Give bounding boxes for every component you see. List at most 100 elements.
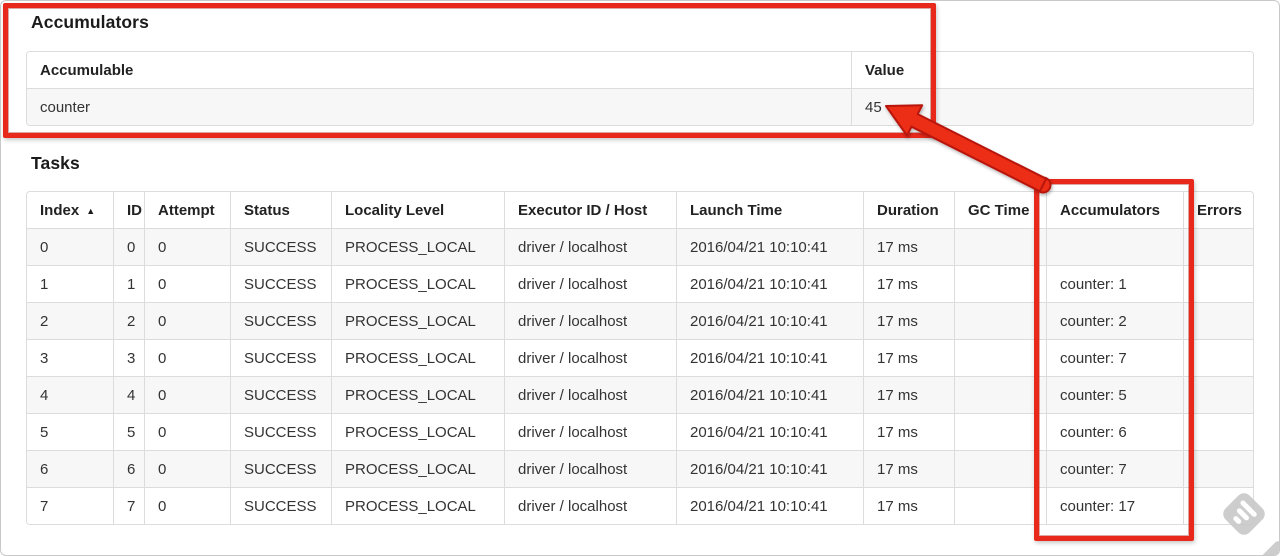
- task-row: 1 1 0 SUCCESS PROCESS_LOCAL driver / localhos…: [27, 265, 1253, 303]
- tasks-header-status[interactable]: Status: [230, 192, 332, 229]
- task-cell: driver / localhost: [504, 487, 677, 524]
- task-cell: 7: [113, 487, 145, 524]
- tasks-header-index[interactable]: Index ▲: [27, 192, 114, 229]
- tasks-table-body: 0 0 0 SUCCESS PROCESS_LOCAL driver / localhos…: [27, 228, 1253, 524]
- task-cell: SUCCESS: [230, 487, 332, 524]
- task-cell: [954, 228, 1047, 266]
- task-cell: [954, 376, 1047, 414]
- task-cell: 1: [113, 265, 145, 303]
- task-cell: [1183, 450, 1253, 488]
- task-cell: driver / localhost: [504, 265, 677, 303]
- task-cell: PROCESS_LOCAL: [331, 487, 505, 524]
- task-cell: 1: [27, 265, 114, 303]
- task-cell: 3: [113, 339, 145, 377]
- tasks-section-title: Tasks: [31, 153, 80, 173]
- task-cell: 17 ms: [863, 339, 955, 377]
- task-cell: 17 ms: [863, 302, 955, 340]
- task-cell: 4: [113, 376, 145, 414]
- task-cell: 2016/04/21 10:10:41: [676, 376, 864, 414]
- task-cell: [954, 302, 1047, 340]
- tasks-header-id[interactable]: ID: [113, 192, 145, 229]
- accumulator-cell: 45: [851, 88, 1253, 125]
- task-cell: 2: [113, 302, 145, 340]
- tasks-header-launch-time[interactable]: Launch Time: [676, 192, 864, 229]
- tasks-header-executor-id-host[interactable]: Executor ID / Host: [504, 192, 677, 229]
- tasks-header-gc-time[interactable]: GC Time: [954, 192, 1047, 229]
- task-cell: 5: [113, 413, 145, 451]
- task-cell: SUCCESS: [230, 339, 332, 377]
- task-cell: 6: [27, 450, 114, 488]
- tasks-table: Index ▲ ID Attempt Status Locality Level …: [26, 191, 1254, 525]
- task-cell: [954, 265, 1047, 303]
- task-cell: 0: [144, 228, 231, 266]
- task-cell: 0: [113, 228, 145, 266]
- task-cell: 0: [144, 450, 231, 488]
- task-cell: 2016/04/21 10:10:41: [676, 487, 864, 524]
- task-cell: [1183, 339, 1253, 377]
- skitch-watermark-icon: [1223, 493, 1265, 535]
- task-cell: PROCESS_LOCAL: [331, 450, 505, 488]
- task-cell: 17 ms: [863, 413, 955, 451]
- task-cell: [954, 339, 1047, 377]
- accumulators-table-body: counter 45: [27, 88, 1253, 125]
- task-cell: 2: [27, 302, 114, 340]
- task-cell: 17 ms: [863, 487, 955, 524]
- task-cell: counter: 2: [1046, 302, 1184, 340]
- task-cell: 17 ms: [863, 450, 955, 488]
- value-column-header: Value: [851, 52, 1253, 89]
- task-cell: SUCCESS: [230, 302, 332, 340]
- tasks-header-errors[interactable]: Errors: [1183, 192, 1253, 229]
- tasks-header-accumulators[interactable]: Accumulators: [1046, 192, 1184, 229]
- task-row: 6 6 0 SUCCESS PROCESS_LOCAL driver / localhos…: [27, 450, 1253, 488]
- task-cell: counter: 7: [1046, 450, 1184, 488]
- task-cell: [1183, 265, 1253, 303]
- task-cell: 2016/04/21 10:10:41: [676, 302, 864, 340]
- sort-ascending-icon: ▲: [86, 205, 96, 216]
- task-cell: 4: [27, 376, 114, 414]
- task-cell: PROCESS_LOCAL: [331, 228, 505, 266]
- task-cell: SUCCESS: [230, 450, 332, 488]
- task-row: 5 5 0 SUCCESS PROCESS_LOCAL driver / localhos…: [27, 413, 1253, 451]
- tasks-header-row: Index ▲ ID Attempt Status Locality Level …: [27, 192, 1253, 229]
- task-cell: [1183, 376, 1253, 414]
- task-cell: [954, 413, 1047, 451]
- task-cell: 2016/04/21 10:10:41: [676, 265, 864, 303]
- tasks-header-index-label: Index: [40, 201, 80, 219]
- tasks-header-attempt[interactable]: Attempt: [144, 192, 231, 229]
- task-cell: counter: 6: [1046, 413, 1184, 451]
- task-cell: [954, 450, 1047, 488]
- tasks-header-duration[interactable]: Duration: [863, 192, 955, 229]
- task-cell: [1046, 228, 1184, 266]
- task-cell: 2016/04/21 10:10:41: [676, 228, 864, 266]
- task-cell: 17 ms: [863, 376, 955, 414]
- task-cell: driver / localhost: [504, 228, 677, 266]
- task-cell: PROCESS_LOCAL: [331, 413, 505, 451]
- task-cell: 17 ms: [863, 228, 955, 266]
- task-row: 4 4 0 SUCCESS PROCESS_LOCAL driver / localhos…: [27, 376, 1253, 414]
- task-cell: 0: [144, 413, 231, 451]
- task-cell: [954, 487, 1047, 524]
- task-cell: 3: [27, 339, 114, 377]
- task-cell: [1183, 228, 1253, 266]
- task-cell: PROCESS_LOCAL: [331, 339, 505, 377]
- task-cell: 17 ms: [863, 265, 955, 303]
- task-cell: counter: 5: [1046, 376, 1184, 414]
- task-cell: SUCCESS: [230, 265, 332, 303]
- accumulators-section-title: Accumulators: [31, 12, 149, 32]
- task-cell: 7: [27, 487, 114, 524]
- task-cell: 2016/04/21 10:10:41: [676, 339, 864, 377]
- accumulator-cell: counter: [27, 88, 852, 125]
- watermark-corner-fragment: [1259, 539, 1279, 555]
- task-cell: PROCESS_LOCAL: [331, 302, 505, 340]
- task-cell: 6: [113, 450, 145, 488]
- task-cell: counter: 1: [1046, 265, 1184, 303]
- task-cell: driver / localhost: [504, 413, 677, 451]
- task-cell: PROCESS_LOCAL: [331, 265, 505, 303]
- task-row: 0 0 0 SUCCESS PROCESS_LOCAL driver / localhos…: [27, 228, 1253, 266]
- task-cell: counter: 7: [1046, 339, 1184, 377]
- task-cell: 0: [144, 487, 231, 524]
- task-cell: [1183, 302, 1253, 340]
- task-cell: SUCCESS: [230, 413, 332, 451]
- task-row: 7 7 0 SUCCESS PROCESS_LOCAL driver / localhos…: [27, 487, 1253, 524]
- tasks-header-locality-level[interactable]: Locality Level: [331, 192, 505, 229]
